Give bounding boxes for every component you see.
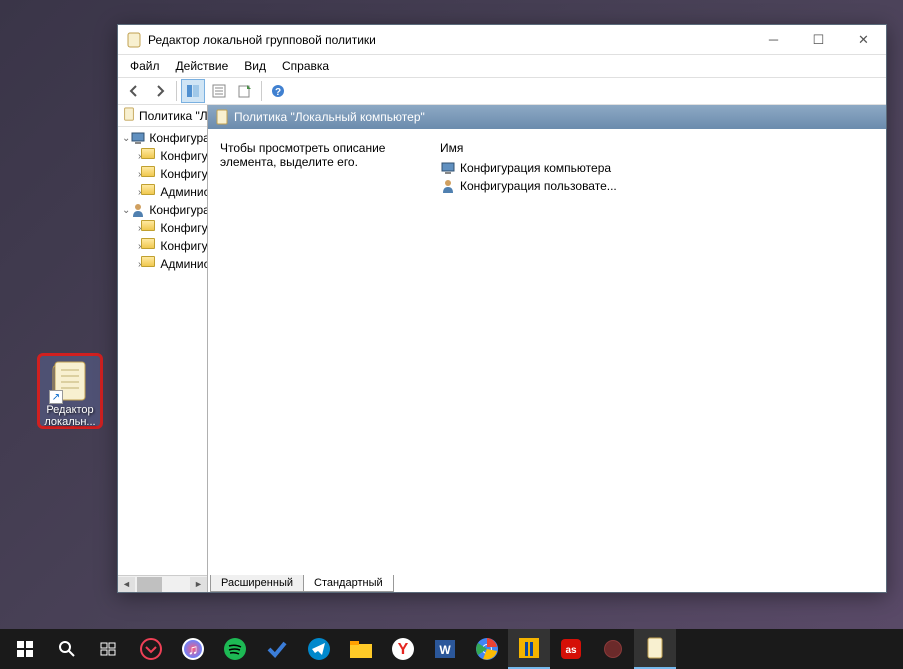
taskbar-app-telegram[interactable] — [298, 629, 340, 669]
desktop-shortcut-label: Редакторлокальн... — [44, 404, 95, 428]
taskbar-app-lastfm[interactable]: as — [550, 629, 592, 669]
tree-node[interactable]: ›Конфигурация W — [118, 237, 207, 255]
tree-node[interactable]: ›Административн — [118, 255, 207, 273]
tree-node[interactable]: ›Конфигурация п — [118, 219, 207, 237]
taskbar-app-yandex[interactable]: Y — [382, 629, 424, 669]
svg-text:♫: ♫ — [188, 641, 199, 657]
taskbar-app-gpedit[interactable] — [634, 629, 676, 669]
back-button[interactable] — [122, 79, 146, 103]
menu-action[interactable]: Действие — [168, 57, 237, 75]
task-view-button[interactable] — [88, 629, 130, 669]
details-header: Политика "Локальный компьютер" — [208, 105, 886, 129]
shortcut-overlay-icon: ↗ — [49, 390, 63, 404]
desktop-shortcut-gpedit[interactable]: ↗ Редакторлокальн... — [37, 353, 103, 429]
scroll-document-icon — [122, 106, 136, 125]
tree-label: Административн — [160, 257, 207, 271]
scroll-left-icon[interactable]: ◄ — [118, 577, 135, 592]
computer-icon — [130, 130, 146, 146]
list-item-label: Конфигурация компьютера — [460, 161, 611, 175]
folder-icon — [141, 184, 157, 200]
window-title: Редактор локальной групповой политики — [148, 33, 751, 47]
close-button[interactable]: ✕ — [841, 25, 886, 54]
tree-node[interactable]: ›Конфигурация п — [118, 147, 207, 165]
taskbar-app-itunes[interactable]: ♫ — [172, 629, 214, 669]
description-text: Чтобы просмотреть описание элемента, выд… — [220, 141, 440, 558]
tree-label: Конфигурация п — [160, 149, 207, 163]
titlebar[interactable]: Редактор локальной групповой политики ─ … — [118, 25, 886, 55]
computer-icon — [440, 160, 456, 176]
help-button[interactable]: ? — [266, 79, 290, 103]
tree-label: Конфигурация п — [160, 221, 207, 235]
tree-panel: Политика "Локальный ⌄ Конфигурация комп ›К… — [118, 105, 208, 592]
folder-icon — [141, 220, 157, 236]
export-button[interactable] — [233, 79, 257, 103]
user-icon — [440, 178, 456, 194]
user-icon — [130, 202, 146, 218]
list-item[interactable]: Конфигурация пользовате... — [440, 177, 874, 195]
details-panel: Политика "Локальный компьютер" Чтобы про… — [208, 105, 886, 592]
scroll-right-icon[interactable]: ► — [190, 577, 207, 592]
tree-label: Административн — [160, 185, 207, 199]
column-header-name[interactable]: Имя — [440, 141, 874, 155]
taskbar-app-pocket[interactable] — [130, 629, 172, 669]
tree-node[interactable]: ⌄ Конфигурация комп — [118, 129, 207, 147]
tab-extended[interactable]: Расширенный — [210, 575, 304, 592]
tree-node[interactable]: ›Конфигурация W — [118, 165, 207, 183]
taskbar-app-todo[interactable] — [256, 629, 298, 669]
view-tabs: Расширенный Стандартный — [208, 570, 886, 592]
folder-icon — [141, 256, 157, 272]
tree-label: Конфигурация поль — [149, 203, 207, 217]
taskbar-app-explorer[interactable] — [340, 629, 382, 669]
svg-text:Y: Y — [398, 641, 409, 658]
folder-icon — [141, 148, 157, 164]
minimize-button[interactable]: ─ — [751, 25, 796, 54]
taskbar-app-spotify[interactable] — [214, 629, 256, 669]
svg-text:as: as — [565, 645, 577, 656]
gpedit-window: Редактор локальной групповой политики ─ … — [117, 24, 887, 593]
show-tree-button[interactable] — [181, 79, 205, 103]
start-button[interactable] — [4, 629, 46, 669]
horizontal-scrollbar[interactable]: ◄ ► — [118, 575, 207, 592]
tree-node[interactable]: ⌄ Конфигурация поль — [118, 201, 207, 219]
menu-help[interactable]: Справка — [274, 57, 337, 75]
list-item[interactable]: Конфигурация компьютера — [440, 159, 874, 177]
scroll-thumb[interactable] — [137, 577, 162, 592]
properties-button[interactable] — [207, 79, 231, 103]
menubar: Файл Действие Вид Справка — [118, 55, 886, 77]
scroll-document-icon — [214, 109, 230, 125]
scroll-document-icon: ↗ — [51, 360, 89, 402]
tree-root[interactable]: Политика "Локальный — [118, 105, 207, 127]
list-item-label: Конфигурация пользовате... — [460, 179, 617, 193]
svg-text:W: W — [439, 643, 451, 657]
tree-label: Конфигурация комп — [149, 131, 207, 145]
search-button[interactable] — [46, 629, 88, 669]
svg-text:?: ? — [275, 87, 281, 98]
folder-icon — [141, 238, 157, 254]
expander-open-icon[interactable]: ⌄ — [122, 205, 130, 216]
toolbar: ? — [118, 77, 886, 105]
taskbar-app-chrome[interactable] — [466, 629, 508, 669]
taskbar: ♫ Y W as — [0, 629, 903, 669]
tab-standard[interactable]: Стандартный — [303, 575, 394, 592]
menu-file[interactable]: Файл — [122, 57, 168, 75]
app-icon — [126, 32, 142, 48]
tree-label: Конфигурация W — [160, 239, 207, 253]
expander-open-icon[interactable]: ⌄ — [122, 133, 130, 144]
tree-node[interactable]: ›Административн — [118, 183, 207, 201]
maximize-button[interactable]: ☐ — [796, 25, 841, 54]
taskbar-app-active[interactable] — [508, 629, 550, 669]
taskbar-app-word[interactable]: W — [424, 629, 466, 669]
tree-label: Конфигурация W — [160, 167, 207, 181]
taskbar-app-record[interactable] — [592, 629, 634, 669]
forward-button[interactable] — [148, 79, 172, 103]
folder-icon — [141, 166, 157, 182]
menu-view[interactable]: Вид — [236, 57, 274, 75]
